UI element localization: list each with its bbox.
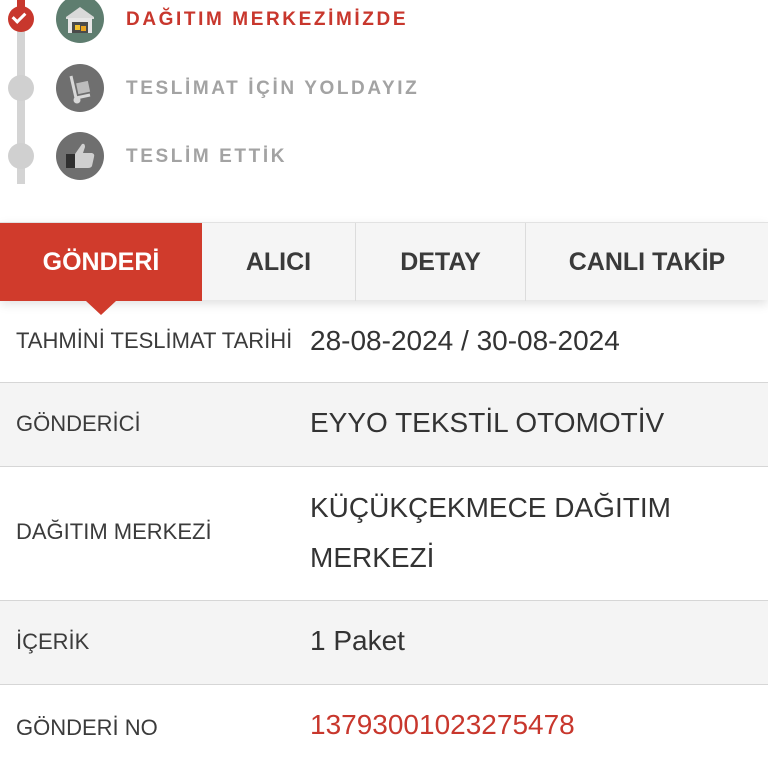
thumbs-up-icon bbox=[56, 132, 104, 180]
sender-row: GÖNDERİCİ EYYO TEKSTİL OTOMOTİV bbox=[0, 383, 768, 467]
distribution-center-value: KÜÇÜKÇEKMECE DAĞITIM MERKEZİ bbox=[310, 483, 750, 583]
sender-value: EYYO TEKSTİL OTOMOTİV bbox=[310, 407, 665, 438]
shipment-details: TAHMİNİ TESLİMAT TARİHİ 28-08-2024 / 30-… bbox=[0, 300, 768, 768]
distribution-center-value-line1: KÜÇÜKÇEKMECE DAĞITIM bbox=[310, 492, 671, 523]
step-pending-dot bbox=[8, 143, 34, 169]
shipment-tabs: GÖNDERİ ALICI DETAY CANLI TAKİP bbox=[0, 222, 768, 315]
timeline-step-delivered: TESLİM ETTİK bbox=[0, 131, 768, 181]
distribution-center-row: DAĞITIM MERKEZİ KÜÇÜKÇEKMECE DAĞITIM MER… bbox=[0, 467, 768, 601]
tab-live-tracking[interactable]: CANLI TAKİP bbox=[526, 223, 768, 301]
estimated-delivery-value: 28-08-2024 / 30-08-2024 bbox=[310, 325, 620, 356]
distribution-center-value-line2: MERKEZİ bbox=[310, 542, 435, 573]
timeline-step-on-the-way: TESLİMAT İÇİN YOLDAYIZ bbox=[0, 63, 768, 113]
timeline-step-label: TESLİM ETTİK bbox=[126, 146, 288, 167]
estimated-delivery-row: TAHMİNİ TESLİMAT TARİHİ 28-08-2024 / 30-… bbox=[0, 300, 768, 383]
hand-truck-icon bbox=[56, 64, 104, 112]
content-value: 1 Paket bbox=[310, 625, 405, 656]
step-pending-dot bbox=[8, 75, 34, 101]
step-completed-check-icon bbox=[8, 6, 34, 32]
timeline-step-distribution-center: DAĞITIM MERKEZİMİZDE bbox=[0, 0, 768, 44]
tracking-timeline: DAĞITIM MERKEZİMİZDE TESLİMAT İÇİN YOLDA… bbox=[0, 0, 768, 222]
shipment-no-value[interactable]: 13793001023275478 bbox=[310, 700, 750, 750]
sender-label: GÖNDERİCİ bbox=[16, 411, 141, 436]
content-label: İÇERİK bbox=[16, 629, 90, 654]
timeline-step-label: TESLİMAT İÇİN YOLDAYIZ bbox=[126, 78, 420, 99]
tab-shipment[interactable]: GÖNDERİ bbox=[0, 223, 202, 315]
tab-recipient[interactable]: ALICI bbox=[202, 223, 356, 301]
shipment-no-row: GÖNDERİ NO 13793001023275478 bbox=[0, 685, 768, 768]
distribution-center-label: DAĞITIM MERKEZİ bbox=[16, 519, 212, 544]
estimated-delivery-label: TAHMİNİ TESLİMAT TARİHİ bbox=[16, 328, 293, 353]
timeline-step-label: DAĞITIM MERKEZİMİZDE bbox=[126, 9, 409, 30]
shipment-no-label: GÖNDERİ NO bbox=[16, 715, 158, 740]
tab-detail[interactable]: DETAY bbox=[356, 223, 526, 301]
warehouse-icon bbox=[56, 0, 104, 43]
content-row: İÇERİK 1 Paket bbox=[0, 601, 768, 685]
